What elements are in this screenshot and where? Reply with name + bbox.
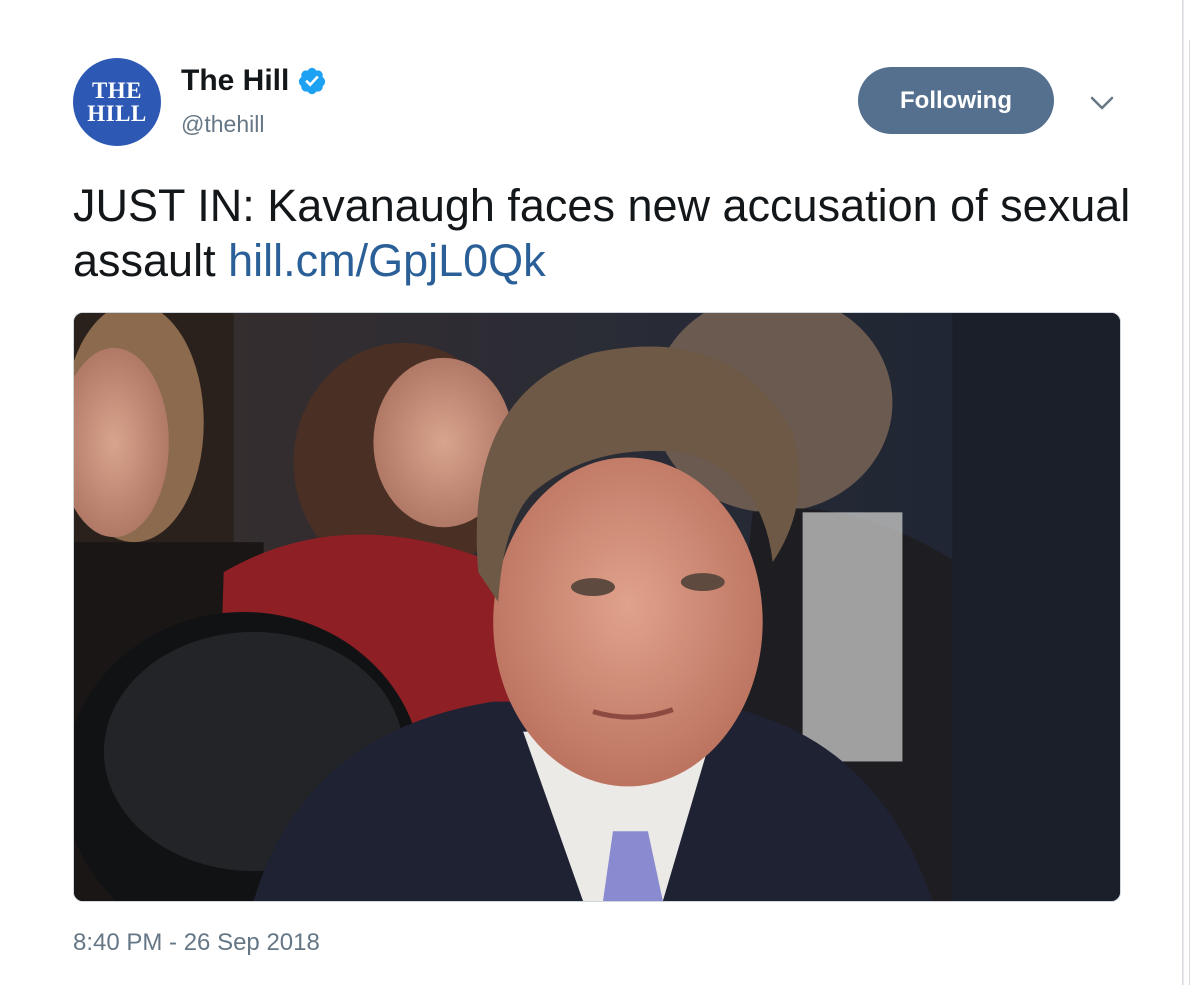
tweet-timestamp[interactable]: 8:40 PM - 26 Sep 2018 [73,929,320,957]
verified-badge-icon [299,67,326,95]
avatar-text-line-2: HILL [87,101,147,126]
author-name-row: The Hill [181,64,327,98]
adjacent-window-edge [1184,0,1200,985]
hearing-photo-illustration [74,313,1120,901]
following-button[interactable]: Following [858,67,1054,134]
avatar[interactable]: THE HILL [73,58,161,146]
adjacent-window-border [1189,40,1190,985]
chevron-down-icon[interactable] [1087,92,1117,114]
tweet-card: THE HILL The Hill @thehill Following JUS… [0,0,1183,985]
tweet-photo[interactable] [73,312,1121,902]
author-display-name[interactable]: The Hill [181,64,289,98]
author-handle[interactable]: @thehill [181,111,264,138]
tweet-link[interactable]: hill.cm/GpjL0Qk [228,235,546,286]
tweet-text: JUST IN: Kavanaugh faces new accusation … [73,178,1133,288]
avatar-text-line-1: THE [91,78,143,103]
